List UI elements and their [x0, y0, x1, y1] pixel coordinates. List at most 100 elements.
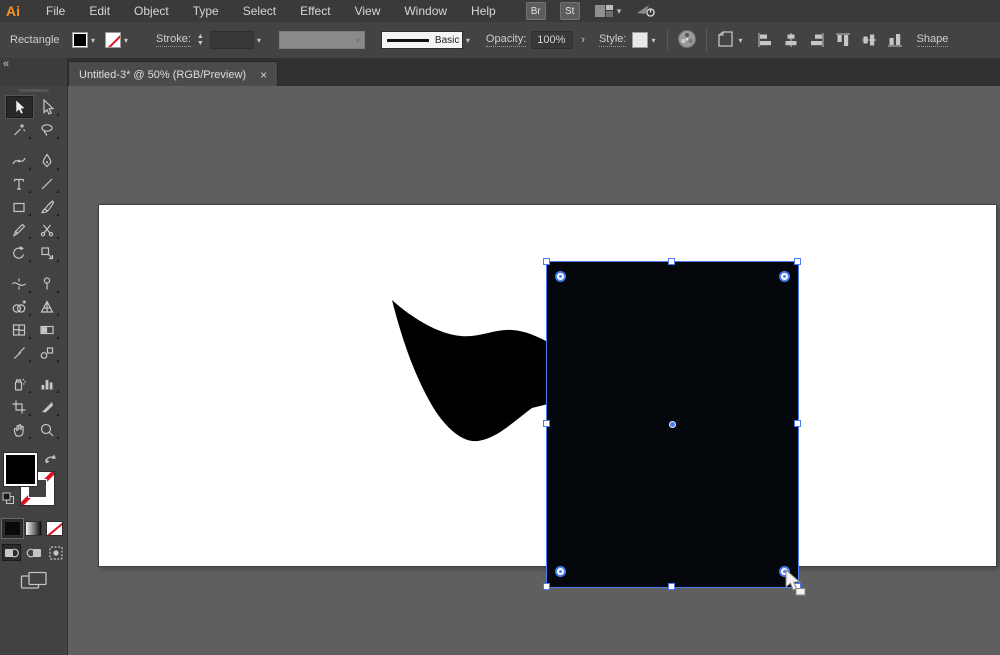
- type-tool[interactable]: [6, 173, 33, 195]
- menu-item-select[interactable]: Select: [231, 0, 288, 22]
- canvas-area[interactable]: [68, 86, 1000, 655]
- workspace-switcher-button[interactable]: ▾: [594, 4, 621, 18]
- direct-selection-tool[interactable]: [34, 96, 61, 118]
- draw-normal-button[interactable]: [2, 544, 21, 561]
- blend-tool[interactable]: [34, 342, 61, 364]
- scissors-tool[interactable]: [34, 219, 61, 241]
- blend-tool-icon: [40, 347, 54, 359]
- perspective-grid-tool[interactable]: [34, 296, 61, 318]
- stroke-weight-stepper[interactable]: ▲ ▼: [194, 30, 207, 50]
- symbol-sprayer-tool[interactable]: [6, 373, 33, 395]
- draw-inside-button[interactable]: [46, 544, 65, 561]
- slice-tool[interactable]: [34, 396, 61, 418]
- none-mode-button[interactable]: [46, 521, 63, 536]
- stroke-weight-input[interactable]: [209, 31, 254, 49]
- flyout-indicator: [27, 213, 31, 216]
- vertical-align-top-button[interactable]: [835, 32, 851, 48]
- style-swatch[interactable]: [632, 32, 649, 48]
- direct-selection-tool-icon: [43, 99, 55, 115]
- menu-item-file[interactable]: File: [34, 0, 77, 22]
- selection-handle-bottom-left[interactable]: [543, 583, 550, 590]
- menu-item-edit[interactable]: Edit: [77, 0, 122, 22]
- pen-tool[interactable]: [34, 150, 61, 172]
- menu-item-window[interactable]: Window: [392, 0, 459, 22]
- selection-tool[interactable]: [5, 96, 33, 118]
- selection-handle-middle-right[interactable]: [794, 420, 801, 427]
- gradient-tool[interactable]: [34, 319, 61, 341]
- gradient-mode-button[interactable]: [25, 521, 42, 536]
- selection-handle-top-left[interactable]: [543, 258, 550, 265]
- selection-handle-middle-left[interactable]: [543, 420, 550, 427]
- curvature-tool[interactable]: [6, 150, 33, 172]
- opacity-more-button[interactable]: ›: [581, 34, 585, 46]
- magic-wand-tool[interactable]: [6, 119, 33, 141]
- fill-chevron-icon[interactable]: ▾: [91, 36, 95, 45]
- color-mode-button[interactable]: [4, 521, 21, 536]
- stroke-chevron-icon[interactable]: ▾: [124, 36, 128, 45]
- draw-behind-button[interactable]: [24, 544, 43, 561]
- gpu-performance-button[interactable]: [635, 2, 657, 21]
- menu-item-object[interactable]: Object: [122, 0, 181, 22]
- default-fill-stroke-button[interactable]: [2, 492, 15, 508]
- vertical-align-bottom-button[interactable]: [887, 32, 903, 48]
- menu-item-view[interactable]: View: [343, 0, 393, 22]
- recolor-artwork-button[interactable]: [676, 28, 698, 53]
- line-segment-tool[interactable]: [34, 173, 61, 195]
- menu-item-effect[interactable]: Effect: [288, 0, 342, 22]
- style-chevron-icon[interactable]: ▾: [651, 36, 655, 45]
- screen-mode-button[interactable]: [0, 571, 67, 591]
- menu-item-help[interactable]: Help: [459, 0, 508, 22]
- zoom-tool[interactable]: [34, 419, 61, 441]
- bridge-button[interactable]: Br: [525, 2, 546, 20]
- flyout-indicator: [55, 413, 59, 416]
- magic-wand-tool-icon: [14, 124, 26, 136]
- lasso-tool-icon: [41, 124, 53, 136]
- vertical-align-center-button[interactable]: [861, 32, 877, 48]
- width-profile-dropdown[interactable]: ▾: [278, 31, 365, 49]
- lasso-tool[interactable]: [34, 119, 61, 141]
- scale-tool[interactable]: [34, 242, 61, 264]
- tab-close-button[interactable]: ×: [260, 68, 267, 82]
- hand-tool[interactable]: [6, 419, 33, 441]
- rectangle-tool[interactable]: [6, 196, 33, 218]
- shape-builder-tool[interactable]: [6, 296, 33, 318]
- corner-widget-top-left[interactable]: [555, 271, 566, 282]
- opacity-input[interactable]: 100%: [531, 31, 574, 49]
- selection-handle-top-center[interactable]: [668, 258, 675, 265]
- puppet-warp-tool[interactable]: [34, 273, 61, 295]
- document-tab[interactable]: Untitled-3* @ 50% (RGB/Preview) ×: [68, 61, 279, 87]
- horizontal-align-left-button[interactable]: [757, 32, 773, 48]
- brush-chevron-icon[interactable]: ▾: [466, 36, 470, 45]
- eyedropper-tool[interactable]: [6, 342, 33, 364]
- mesh-tool[interactable]: [6, 319, 33, 341]
- width-tool[interactable]: [6, 273, 33, 295]
- collapse-toolbar-button[interactable]: «: [3, 58, 9, 70]
- menu-item-type[interactable]: Type: [181, 0, 231, 22]
- shape-panel-link[interactable]: Shape: [916, 33, 949, 47]
- column-graph-tool[interactable]: [34, 373, 61, 395]
- corner-widget-top-right[interactable]: [779, 271, 790, 282]
- paintbrush-tool[interactable]: [34, 196, 61, 218]
- pen-tool-icon: [42, 153, 52, 168]
- fill-indicator-black[interactable]: [4, 453, 37, 486]
- horizontal-align-center-button[interactable]: [783, 32, 799, 48]
- horizontal-align-right-button[interactable]: [809, 32, 825, 48]
- stock-button[interactable]: St: [559, 2, 580, 20]
- select-similar-objects-button[interactable]: ▾: [715, 31, 746, 49]
- corner-widget-bottom-left[interactable]: [555, 566, 566, 577]
- stroke-weight-chevron-icon[interactable]: ▾: [257, 36, 261, 45]
- opacity-panel-link[interactable]: Opacity:: [485, 33, 527, 47]
- selection-handle-top-right[interactable]: [794, 258, 801, 265]
- panel-grip[interactable]: [18, 89, 49, 92]
- swap-fill-stroke-button[interactable]: [44, 453, 58, 469]
- fill-color-swatch[interactable]: [72, 32, 88, 48]
- selection-handle-bottom-center[interactable]: [668, 583, 675, 590]
- stroke-color-swatch[interactable]: [105, 32, 122, 48]
- selection-center-point[interactable]: [669, 421, 676, 428]
- style-panel-link[interactable]: Style:: [598, 33, 627, 47]
- pencil-tool[interactable]: [6, 219, 33, 241]
- artboard-tool[interactable]: [6, 396, 33, 418]
- rotate-tool[interactable]: [6, 242, 33, 264]
- brush-definition-dropdown[interactable]: Basic: [380, 31, 463, 49]
- stroke-panel-link[interactable]: Stroke:: [156, 33, 191, 47]
